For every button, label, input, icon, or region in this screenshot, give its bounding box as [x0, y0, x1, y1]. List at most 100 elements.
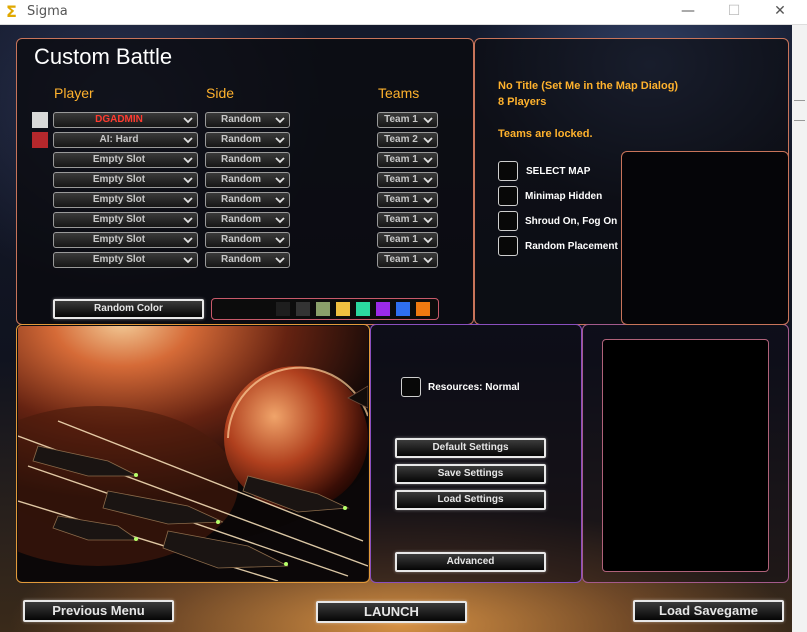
player-dropdown[interactable]: Empty Slot — [53, 172, 198, 188]
player-dropdown[interactable]: Empty Slot — [53, 152, 198, 168]
team-dropdown-value: Team 1 — [384, 194, 418, 205]
player-color-swatch[interactable] — [32, 112, 48, 128]
side-dropdown-value: Random — [221, 234, 261, 245]
random-color-button[interactable]: Random Color — [53, 299, 204, 319]
player-dropdown-value: Empty Slot — [92, 214, 146, 225]
chevron-down-icon — [275, 153, 285, 167]
team-dropdown[interactable]: Team 2 — [377, 132, 438, 148]
map-preview — [621, 151, 789, 325]
chat-box — [602, 339, 769, 572]
team-dropdown-value: Team 1 — [384, 114, 418, 125]
close-button[interactable]: ✕ — [757, 0, 803, 24]
side-scroll-strip — [792, 25, 807, 632]
player-dropdown[interactable]: AI: Hard — [53, 132, 198, 148]
random-placement-label: Random Placement — [525, 241, 618, 252]
advanced-button[interactable]: Advanced — [395, 552, 546, 572]
side-dropdown[interactable]: Random — [205, 152, 290, 168]
teams-locked-notice: Teams are locked. — [498, 128, 593, 140]
player-dropdown[interactable]: Empty Slot — [53, 192, 198, 208]
chevron-down-icon — [183, 133, 193, 147]
side-dropdown[interactable]: Random — [205, 192, 290, 208]
load-settings-button[interactable]: Load Settings — [395, 490, 546, 510]
player-dropdown-value: DGADMIN — [95, 114, 143, 125]
column-header-player: Player — [54, 85, 94, 101]
team-dropdown-value: Team 1 — [384, 154, 418, 165]
player-dropdown-value: AI: Hard — [99, 134, 139, 145]
team-dropdown[interactable]: Team 1 — [377, 152, 438, 168]
side-dropdown[interactable]: Random — [205, 232, 290, 248]
team-dropdown[interactable]: Team 1 — [377, 252, 438, 268]
player-dropdown[interactable]: Empty Slot — [53, 212, 198, 228]
side-dropdown[interactable]: Random — [205, 252, 290, 268]
resources-checkbox[interactable] — [401, 377, 421, 397]
player-count: 8 Players — [498, 96, 547, 108]
map-title: No Title (Set Me in the Map Dialog) — [498, 80, 679, 92]
chevron-down-icon — [183, 213, 193, 227]
chevron-down-icon — [423, 233, 433, 247]
chevron-down-icon — [275, 253, 285, 267]
side-dropdown[interactable]: Random — [205, 172, 290, 188]
chevron-down-icon — [423, 193, 433, 207]
load-savegame-button[interactable]: Load Savegame — [633, 600, 784, 622]
column-header-teams: Teams — [378, 85, 420, 101]
player-dropdown[interactable]: Empty Slot — [53, 232, 198, 248]
team-dropdown[interactable]: Team 1 — [377, 232, 438, 248]
team-dropdown-value: Team 1 — [384, 214, 418, 225]
palette-color-chip[interactable] — [396, 302, 410, 316]
palette-color-chip[interactable] — [356, 302, 370, 316]
side-dropdown[interactable]: Random — [205, 212, 290, 228]
select-map-label: SELECT MAP — [526, 166, 591, 177]
minimize-button[interactable]: — — [665, 0, 711, 24]
side-dropdown[interactable]: Random — [205, 132, 290, 148]
page-title: Custom Battle — [34, 44, 173, 69]
team-dropdown[interactable]: Team 1 — [377, 192, 438, 208]
team-dropdown-value: Team 1 — [384, 174, 418, 185]
window-titlebar: Σ Sigma — ☐ ✕ — [0, 0, 807, 25]
random-placement-checkbox[interactable] — [498, 236, 518, 256]
launch-button[interactable]: LAUNCH — [316, 601, 467, 623]
chevron-down-icon — [275, 213, 285, 227]
player-dropdown[interactable]: DGADMIN — [53, 112, 198, 128]
resources-label: Resources: Normal — [428, 382, 520, 393]
chevron-down-icon — [183, 173, 193, 187]
palette-color-chip[interactable] — [276, 302, 290, 316]
default-settings-button[interactable]: Default Settings — [395, 438, 546, 458]
chevron-down-icon — [423, 113, 433, 127]
previous-menu-button[interactable]: Previous Menu — [23, 600, 174, 622]
team-dropdown-value: Team 1 — [384, 234, 418, 245]
team-dropdown[interactable]: Team 1 — [377, 172, 438, 188]
column-header-side: Side — [206, 85, 235, 101]
chevron-down-icon — [423, 253, 433, 267]
side-dropdown-value: Random — [221, 154, 261, 165]
player-dropdown-value: Empty Slot — [92, 154, 146, 165]
side-dropdown-value: Random — [221, 254, 261, 265]
palette-color-chip[interactable] — [416, 302, 430, 316]
side-dropdown-value: Random — [221, 114, 261, 125]
minimap-checkbox[interactable] — [498, 186, 518, 206]
shroud-fog-checkbox[interactable] — [498, 211, 518, 231]
chevron-down-icon — [423, 213, 433, 227]
maximize-button[interactable]: ☐ — [711, 0, 757, 24]
team-dropdown[interactable]: Team 1 — [377, 212, 438, 228]
player-dropdown-value: Empty Slot — [92, 234, 146, 245]
chevron-down-icon — [183, 153, 193, 167]
minimap-label: Minimap Hidden — [525, 191, 603, 202]
side-dropdown-value: Random — [221, 194, 261, 205]
side-dropdown[interactable]: Random — [205, 112, 290, 128]
save-settings-button[interactable]: Save Settings — [395, 464, 546, 484]
team-dropdown[interactable]: Team 1 — [377, 112, 438, 128]
palette-color-chip[interactable] — [296, 302, 310, 316]
player-color-swatch[interactable] — [32, 132, 48, 148]
palette-color-chip[interactable] — [336, 302, 350, 316]
chevron-down-icon — [183, 193, 193, 207]
map-artwork — [18, 326, 368, 581]
team-dropdown-value: Team 2 — [384, 134, 418, 145]
window-title: Sigma — [27, 4, 68, 19]
palette-color-chip[interactable] — [376, 302, 390, 316]
chevron-down-icon — [183, 113, 193, 127]
chevron-down-icon — [183, 253, 193, 267]
select-map-checkbox[interactable] — [498, 161, 518, 181]
palette-color-chip[interactable] — [316, 302, 330, 316]
player-dropdown[interactable]: Empty Slot — [53, 252, 198, 268]
shroud-fog-label: Shroud On, Fog On — [525, 216, 618, 227]
